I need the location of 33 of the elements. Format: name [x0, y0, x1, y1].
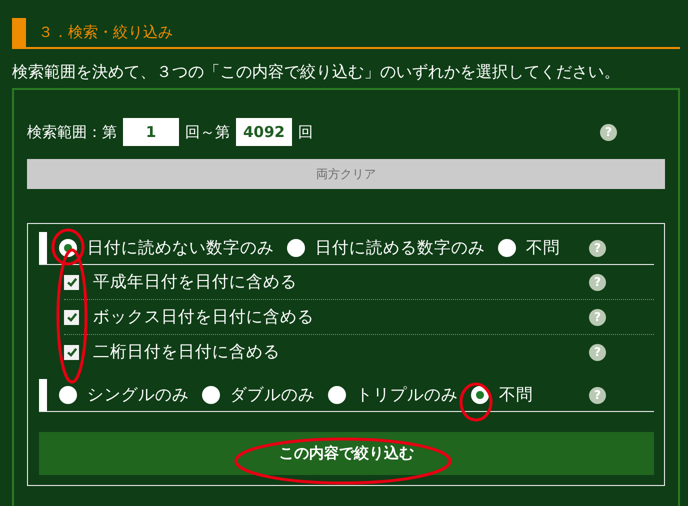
radio-option[interactable]: 不問 — [498, 237, 560, 259]
radio-button[interactable] — [202, 386, 220, 404]
checkbox-label: 二桁日付を日付に含める — [93, 341, 280, 363]
to-field[interactable]: 4092 — [236, 118, 292, 146]
check-icon — [66, 311, 78, 323]
radio-button[interactable] — [59, 386, 77, 404]
checkbox[interactable] — [64, 344, 79, 360]
range-label: 回～第 — [185, 122, 230, 142]
radio-option[interactable]: 不問 — [471, 384, 533, 406]
checkbox[interactable] — [64, 310, 79, 324]
group-marker — [39, 379, 47, 411]
highlight-ellipse — [460, 382, 492, 422]
section-title: ３．検索・絞り込み — [38, 23, 173, 42]
range-label: 回 — [298, 122, 313, 142]
radio-option[interactable]: ダブルのみ — [202, 384, 315, 406]
radio-option[interactable]: シングルのみ — [59, 384, 189, 406]
radio-button[interactable] — [471, 386, 489, 404]
group-marker — [39, 232, 47, 264]
filter-button[interactable]: この内容で絞り込む — [39, 432, 654, 475]
radio-button[interactable] — [498, 239, 516, 257]
check-icon — [66, 276, 78, 288]
checkbox[interactable] — [64, 274, 79, 290]
radio-option[interactable]: 日付に読める数字のみ — [287, 237, 485, 259]
from-field[interactable]: 1 — [123, 118, 179, 146]
checkbox-label: 平成年日付を日付に含める — [93, 271, 297, 293]
radio-button[interactable] — [287, 239, 305, 257]
check-icon — [66, 346, 78, 358]
radio-button[interactable] — [328, 386, 346, 404]
range-label: 検索範囲：第 — [27, 122, 117, 142]
radio-option[interactable]: トリプルのみ — [328, 384, 458, 406]
radio-option[interactable]: 日付に読めない数字のみ — [59, 237, 274, 259]
instruction-text: 検索範囲を決めて、３つの「この内容で絞り込む」のいずれかを選択してください。 — [12, 62, 621, 82]
checkbox-label: ボックス日付を日付に含める — [93, 306, 314, 328]
